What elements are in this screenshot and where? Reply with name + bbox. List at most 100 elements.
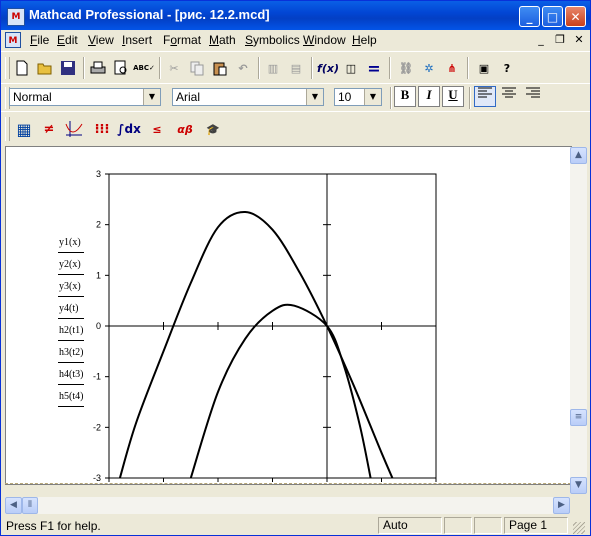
y-tick-label: 2: [96, 220, 101, 230]
title-bar[interactable]: M Mathcad Professional - [рис. 12.2.mcd]…: [1, 1, 590, 30]
trace-line-sample: [58, 318, 84, 319]
insert-unit-icon[interactable]: ◫: [340, 57, 362, 79]
save-icon[interactable]: [57, 57, 79, 79]
standard-toolbar: ABC✓ ✂ ↶ ▥ ▤ f(x) ◫ = ⛓ ✲ ⋔ ▣ ?: [1, 51, 590, 84]
doc-restore-button[interactable]: ❐: [552, 33, 568, 47]
mathcad-window: M Mathcad Professional - [рис. 12.2.mcd]…: [0, 0, 591, 536]
insert-hyperlink-icon[interactable]: ⛓: [395, 57, 417, 79]
print-preview-icon[interactable]: [110, 57, 132, 79]
doc-minimize-button[interactable]: _: [533, 33, 549, 47]
font-size-select[interactable]: 10 ▼: [334, 88, 382, 106]
chevron-down-icon[interactable]: ▼: [364, 89, 381, 105]
align-across-icon[interactable]: ▥: [262, 57, 284, 79]
trace-label[interactable]: h3(t2): [59, 347, 83, 358]
insert-function-icon[interactable]: f(x): [317, 57, 339, 79]
open-icon[interactable]: [34, 57, 56, 79]
trace-label[interactable]: h2(t1): [59, 325, 83, 336]
trace-label[interactable]: h4(t3): [59, 369, 83, 380]
menu-math[interactable]: Math: [209, 33, 236, 47]
menu-edit[interactable]: Edit: [57, 33, 78, 47]
y-tick-label: 0: [96, 321, 101, 331]
undo-icon[interactable]: ↶: [232, 57, 254, 79]
menu-help[interactable]: Help: [352, 33, 377, 47]
toolbar-grip[interactable]: [5, 117, 10, 141]
status-cell-blank: [444, 517, 472, 534]
trace-label[interactable]: y4(t): [59, 303, 78, 314]
trace-label[interactable]: h5(t4): [59, 391, 83, 402]
trace-label[interactable]: y1(x): [59, 237, 81, 248]
trace-line-sample: [58, 384, 84, 385]
trace-line-sample: [58, 362, 84, 363]
run-mathconnex-icon[interactable]: ⋔: [441, 57, 463, 79]
window-title: Mathcad Professional - [рис. 12.2.mcd]: [29, 7, 270, 22]
resize-grip-icon[interactable]: [573, 522, 585, 534]
spell-check-icon[interactable]: ABC✓: [133, 57, 155, 79]
matrix-icon[interactable]: ⁝⁝⁝: [91, 118, 113, 140]
menu-file[interactable]: File: [30, 33, 49, 47]
cut-icon[interactable]: ✂: [163, 57, 185, 79]
minimize-button[interactable]: _: [519, 6, 540, 27]
doc-close-button[interactable]: ✕: [571, 33, 587, 47]
status-mode: Auto: [378, 517, 442, 534]
align-center-icon[interactable]: [498, 86, 520, 107]
paste-icon[interactable]: [209, 57, 231, 79]
y-tick-label: -3: [93, 473, 101, 483]
style-select[interactable]: Normal ▼: [9, 88, 161, 106]
chevron-down-icon[interactable]: ▼: [306, 89, 323, 105]
chevron-down-icon[interactable]: ▼: [143, 89, 160, 105]
h-scroll-thumb[interactable]: ⦀: [22, 497, 38, 514]
calculate-icon[interactable]: =: [363, 57, 385, 79]
trace-label[interactable]: y2(x): [59, 259, 81, 270]
menu-symbolics[interactable]: Symbolics: [245, 33, 300, 47]
page-break-line: [5, 483, 571, 484]
horizontal-scrollbar[interactable]: ◀ ⦀ ▶: [5, 497, 570, 514]
scroll-right-icon[interactable]: ▶: [553, 497, 570, 514]
underline-button[interactable]: U: [442, 86, 464, 107]
help-icon[interactable]: ?: [496, 57, 518, 79]
trace-line-sample: [58, 274, 84, 275]
toolbar-grip[interactable]: [5, 57, 10, 79]
insert-component-icon[interactable]: ✲: [418, 57, 440, 79]
menu-format[interactable]: Format: [163, 33, 201, 47]
font-select[interactable]: Arial ▼: [172, 88, 324, 106]
boolean-icon[interactable]: ≤: [146, 118, 168, 140]
align-right-icon[interactable]: [522, 86, 544, 107]
greek-icon[interactable]: αβ: [174, 118, 196, 140]
bold-button[interactable]: B: [394, 86, 416, 107]
scroll-up-icon[interactable]: ▲: [570, 147, 587, 164]
menu-view[interactable]: View: [88, 33, 114, 47]
copy-icon[interactable]: [186, 57, 208, 79]
status-page: Page 1: [504, 517, 568, 534]
math-toolbar: ▦ ≠ ⁝⁝⁝ ∫dx ≤ αβ 🎓: [1, 111, 590, 146]
worksheet[interactable]: -4-3-2-10123210-1-2-3 y1(x)y2(x)y3(x)y4(…: [5, 146, 572, 485]
scroll-left-icon[interactable]: ◀: [5, 497, 22, 514]
scroll-thumb[interactable]: ≡: [570, 409, 587, 426]
trace-label[interactable]: y3(x): [59, 281, 81, 292]
maximize-button[interactable]: □: [542, 6, 563, 27]
trace-line-sample: [58, 406, 84, 407]
calculus-icon[interactable]: ∫dx: [117, 118, 141, 140]
menu-window[interactable]: Window: [303, 33, 346, 47]
evaluation-icon[interactable]: ≠: [38, 118, 60, 140]
resource-center-icon[interactable]: ▣: [473, 57, 495, 79]
close-button[interactable]: ✕: [565, 6, 586, 27]
trace-line-sample: [58, 296, 84, 297]
y-tick-label: 3: [96, 169, 101, 179]
menu-insert[interactable]: Insert: [122, 33, 152, 47]
scroll-down-icon[interactable]: ▼: [570, 477, 587, 494]
italic-button[interactable]: I: [418, 86, 440, 107]
align-left-icon[interactable]: [474, 86, 496, 107]
graph-icon[interactable]: [63, 118, 85, 140]
align-down-icon[interactable]: ▤: [285, 57, 307, 79]
vertical-scrollbar[interactable]: ▲ ≡ ▼: [570, 147, 587, 494]
mathcad-app-icon: M: [7, 8, 25, 26]
symbolic-icon[interactable]: 🎓: [202, 118, 224, 140]
new-icon[interactable]: [11, 57, 33, 79]
calculator-icon[interactable]: ▦: [13, 118, 35, 140]
formatting-toolbar: Normal ▼ Arial ▼ 10 ▼ B I U: [1, 83, 590, 112]
xy-plot[interactable]: -4-3-2-10123210-1-2-3: [6, 147, 572, 484]
trace-line-sample: [58, 252, 84, 253]
status-help-text: Press F1 for help.: [6, 519, 101, 533]
print-icon[interactable]: [87, 57, 109, 79]
document-icon[interactable]: M: [5, 32, 21, 48]
